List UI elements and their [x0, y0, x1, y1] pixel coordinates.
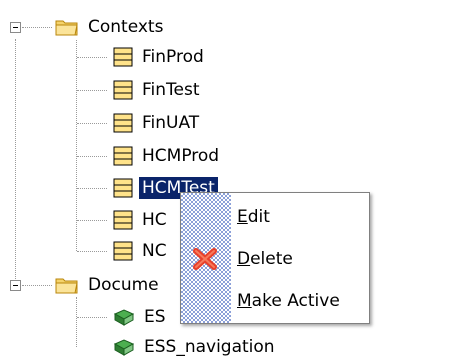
folder-open-icon: [55, 278, 78, 294]
node-label: HC: [142, 210, 167, 230]
tree-node-context[interactable]: NC: [113, 238, 170, 264]
tree-connector: [77, 123, 107, 124]
tree-node-context[interactable]: HCMProd: [113, 143, 222, 169]
menu-item-label: Make Active: [237, 291, 340, 311]
context-icon: [113, 47, 133, 67]
node-label: NC: [142, 241, 167, 261]
tree-connector: [77, 188, 107, 189]
tree-connector: [77, 317, 107, 318]
tree-node-context[interactable]: FinProd: [113, 44, 207, 70]
node-label: Contexts: [88, 17, 164, 37]
menu-item-make-active[interactable]: Make Active: [181, 281, 369, 321]
tree-connector: [77, 220, 107, 221]
node-label: Docume: [88, 275, 159, 295]
book-icon: [113, 309, 135, 326]
node-label: ESS_navigation: [144, 337, 275, 357]
tree-connector: [77, 156, 107, 157]
node-label: HCMProd: [142, 146, 220, 166]
context-icon: [113, 210, 133, 230]
tree-connector: [76, 297, 77, 347]
tree-node-contexts[interactable]: Contexts: [55, 14, 166, 40]
tree-node-context[interactable]: FinTest: [113, 77, 203, 103]
menu-item-delete[interactable]: Delete: [181, 239, 369, 279]
context-icon: [113, 146, 133, 166]
folder-open-icon: [55, 20, 78, 36]
tree-node-document[interactable]: ES: [113, 304, 169, 330]
tree-node-context[interactable]: FinUAT: [113, 110, 202, 136]
menu-item-label: Edit: [237, 207, 270, 227]
tree-node-document[interactable]: ESS_navigation: [113, 334, 278, 360]
menu-item-edit[interactable]: Edit: [181, 197, 369, 237]
node-label: FinUAT: [142, 113, 200, 133]
node-label: FinTest: [142, 80, 200, 100]
context-menu: Edit Delete Make Active: [180, 192, 370, 324]
tree-connector: [77, 90, 107, 91]
tree-connector: [22, 27, 52, 28]
node-label: ES: [144, 307, 166, 327]
book-icon: [113, 339, 135, 356]
context-icon: [113, 241, 133, 261]
tree-connector: [22, 285, 52, 286]
tree-connector: [15, 39, 16, 285]
tree-node-documents[interactable]: Docume: [55, 272, 162, 298]
context-icon: [113, 80, 133, 100]
context-icon: [113, 113, 133, 133]
tree-node-context[interactable]: HC: [113, 207, 170, 233]
menu-item-label: Delete: [237, 249, 293, 269]
delete-x-icon: [193, 248, 217, 270]
collapse-icon[interactable]: [10, 22, 21, 33]
context-icon: [113, 178, 133, 198]
node-label: FinProd: [142, 47, 204, 67]
collapse-icon[interactable]: [10, 280, 21, 291]
tree-connector: [77, 251, 107, 252]
tree-connector: [77, 57, 107, 58]
